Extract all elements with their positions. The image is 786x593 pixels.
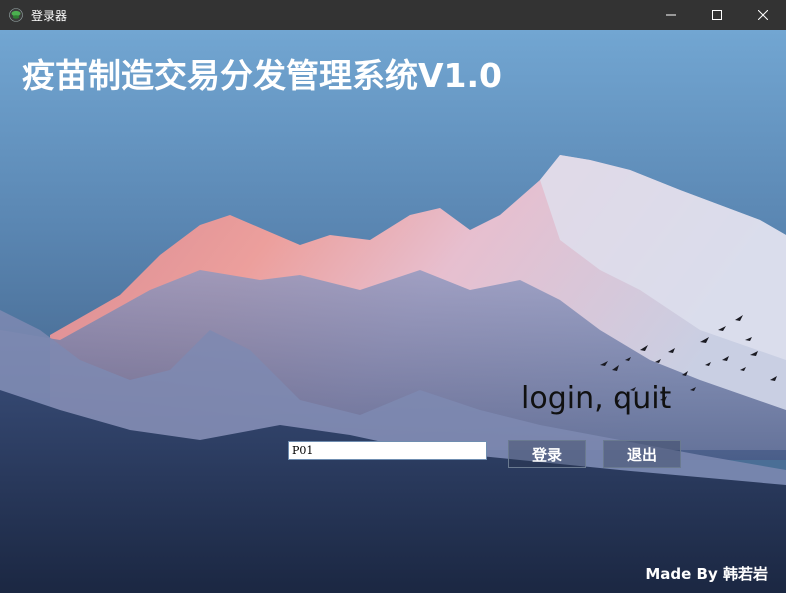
- quit-button[interactable]: 退出: [603, 440, 681, 468]
- minimize-button[interactable]: [648, 0, 694, 30]
- maximize-icon: [712, 10, 722, 20]
- mountain-background-image: [0, 30, 786, 593]
- window-controls: [648, 0, 786, 30]
- minimize-icon: [666, 14, 676, 16]
- login-window: 登录器 疫苗制造交易分发管理系统V1.0 login, quit P01 登录 …: [0, 0, 786, 593]
- subtitle-label: login, quit: [521, 381, 672, 416]
- page-title: 疫苗制造交易分发管理系统V1.0: [22, 56, 502, 95]
- close-icon: [758, 10, 768, 20]
- content-area: 疫苗制造交易分发管理系统V1.0 login, quit 登录 退出 Made …: [0, 30, 786, 593]
- user-id-input[interactable]: [288, 441, 487, 460]
- app-leaf-icon: [9, 8, 23, 22]
- title-bar[interactable]: 登录器: [0, 0, 786, 30]
- maximize-button[interactable]: [694, 0, 740, 30]
- window-title: 登录器: [31, 8, 68, 23]
- login-button[interactable]: 登录: [508, 440, 586, 468]
- author-credit: Made By 韩若岩: [645, 565, 768, 583]
- close-button[interactable]: [740, 0, 786, 30]
